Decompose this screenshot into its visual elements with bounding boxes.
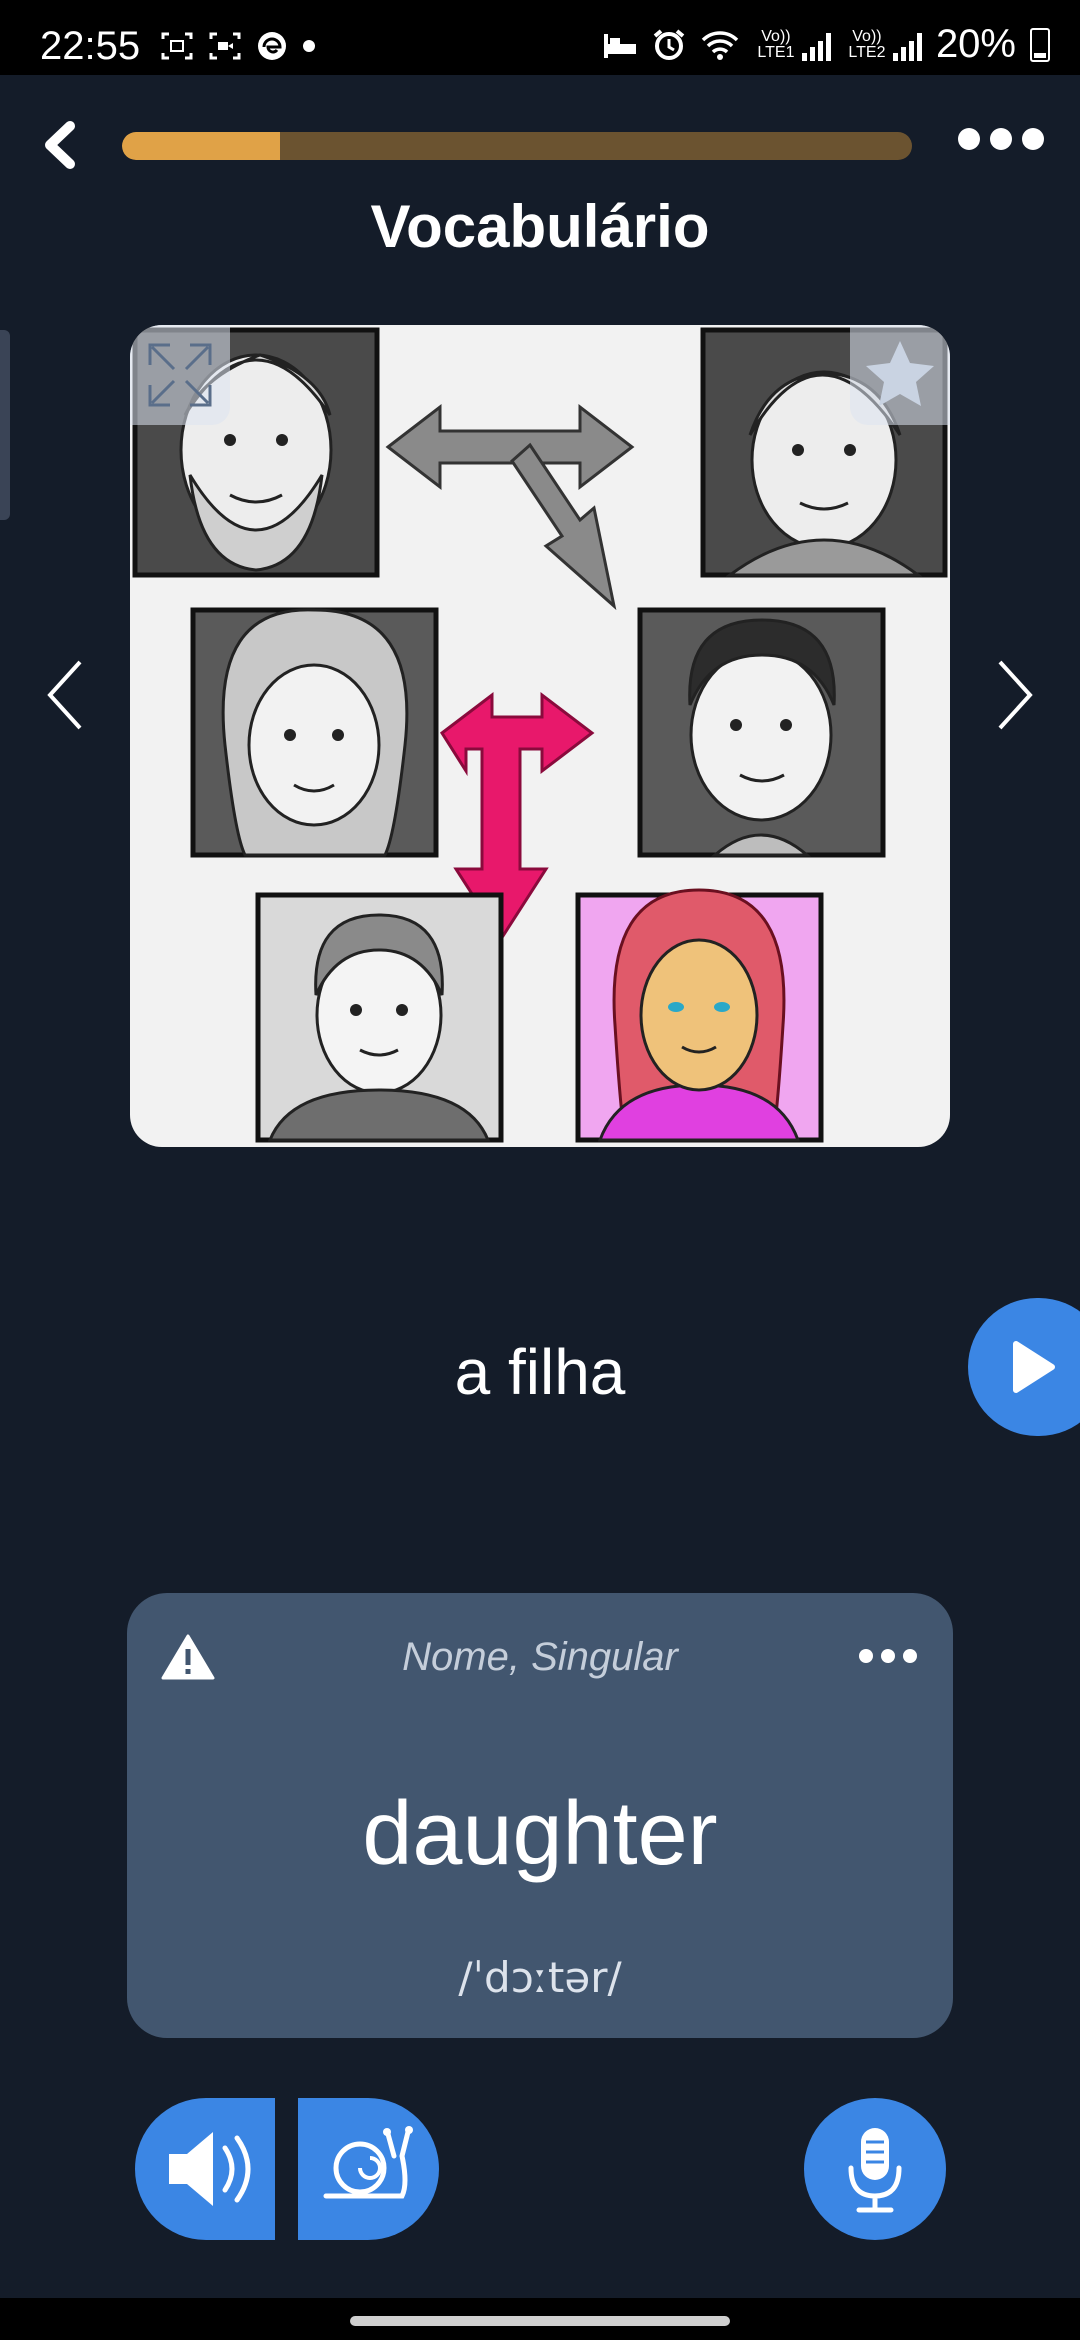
back-chevron-icon[interactable] <box>38 120 88 170</box>
more-icon[interactable] <box>859 1649 917 1663</box>
home-indicator[interactable] <box>0 2298 1080 2340</box>
portrait-daughter <box>575 888 824 1143</box>
screen-record-icon <box>209 32 241 60</box>
battery-percentage: 20% <box>935 22 1016 66</box>
play-audio-button[interactable] <box>135 2098 275 2240</box>
side-drawer-handle[interactable] <box>0 330 10 520</box>
slow-audio-button[interactable] <box>298 2098 439 2240</box>
microphone-icon <box>848 2128 902 2213</box>
expand-icon[interactable] <box>130 325 230 425</box>
sim2-label: Vo)) LTE2 <box>848 27 886 61</box>
star-icon[interactable] <box>850 325 950 425</box>
pronunciation-ipa: /ˈdɔːtər/ <box>458 1953 622 2002</box>
record-voice-button[interactable] <box>804 2098 946 2240</box>
signal-icon <box>892 31 922 61</box>
status-right-icons: Vo)) LTE1 Vo)) LTE2 20% <box>602 22 1050 67</box>
screenshot-icon <box>161 32 193 60</box>
status-time: 22:55 <box>40 24 141 68</box>
translation-card: Nome, Singular daughter /ˈdɔːtər/ <box>127 1593 953 2038</box>
dot-icon <box>303 40 315 52</box>
lesson-progress-fill <box>122 132 280 160</box>
play-button[interactable] <box>968 1298 1080 1436</box>
chevron-left-icon[interactable] <box>38 650 98 740</box>
lesson-progress-bar <box>122 132 912 160</box>
page-title: Vocabulário <box>370 193 710 260</box>
star-icon-glyph <box>866 341 934 406</box>
portrait-father <box>637 607 886 858</box>
vocabulary-word: a filha <box>454 1336 626 1408</box>
expand-icon-glyph <box>148 343 212 407</box>
lesson-top-bar <box>0 110 1080 180</box>
flashcard-image[interactable] <box>130 325 950 1147</box>
sim1-label: Vo)) LTE1 <box>757 27 795 61</box>
snail-icon <box>323 2126 413 2199</box>
signal-icon <box>801 31 831 61</box>
translation-text: daughter <box>362 1784 718 1884</box>
sim1-indicator: Vo)) LTE1 <box>754 27 831 61</box>
grey-arrows <box>385 403 635 611</box>
part-of-speech: Nome, Singular <box>402 1635 678 1679</box>
status-bar: 22:55 Vo)) LTE1 Vo)) LTE2 20% <box>0 0 1080 75</box>
chevron-right-icon[interactable] <box>982 650 1042 740</box>
family-tree-illustration <box>132 327 948 1143</box>
more-icon[interactable] <box>958 128 1044 150</box>
battery-icon <box>1030 27 1050 62</box>
status-left-icons <box>160 30 316 62</box>
alarm-icon <box>653 28 685 60</box>
sim2-indicator: Vo)) LTE2 <box>845 27 922 61</box>
sleep-mode-icon <box>603 33 636 58</box>
wifi-icon <box>701 30 739 60</box>
portrait-mother <box>190 607 439 858</box>
portrait-son <box>255 892 504 1143</box>
edge-browser-icon <box>258 32 286 60</box>
speaker-icon <box>169 2132 251 2206</box>
play-icon <box>1013 1341 1055 1393</box>
